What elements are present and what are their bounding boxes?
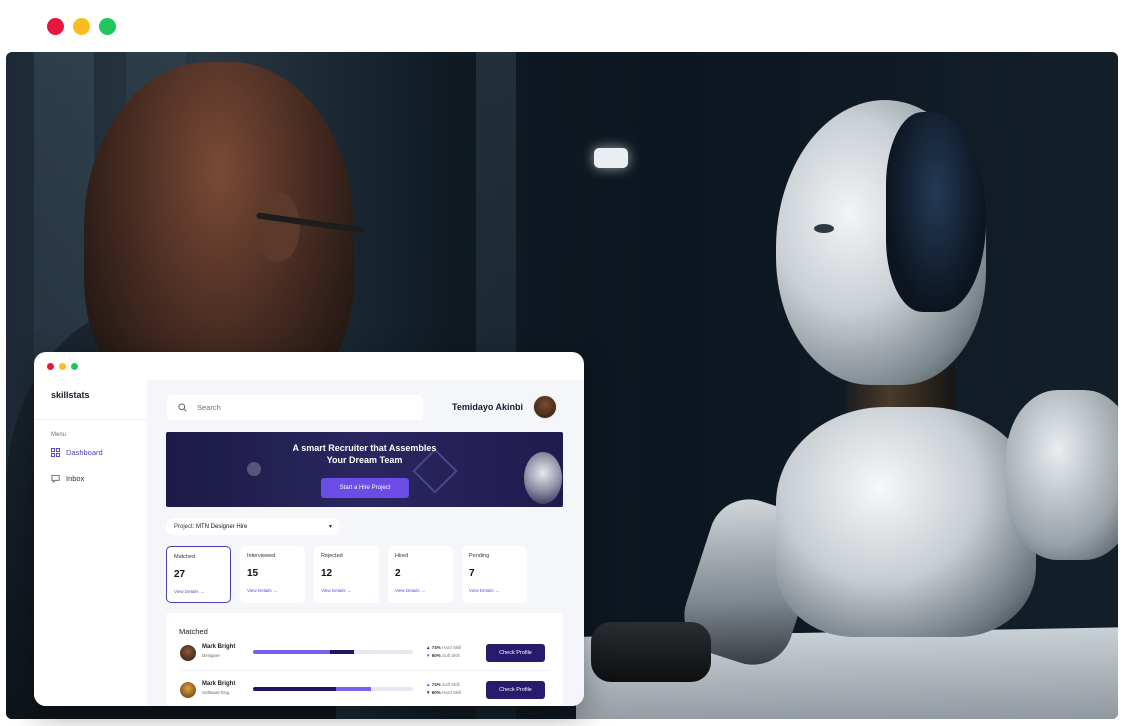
ceiling-light (594, 148, 628, 168)
candidate-name: Mark Bright (202, 681, 236, 687)
maximize-dot[interactable] (99, 18, 116, 35)
arrow-right-icon: → (199, 589, 205, 594)
minimize-dot[interactable] (73, 18, 90, 35)
stat-label: Hired (395, 553, 409, 559)
hero-banner: A smart Recruiter that Assembles Your Dr… (166, 432, 563, 507)
main-content: Search Temidayo Akinbi A smart Recruiter… (147, 380, 584, 706)
robot-eye (814, 224, 834, 233)
arrow-right-icon: → (420, 588, 426, 593)
man-ear (256, 192, 300, 262)
search-input[interactable]: Search (167, 395, 423, 420)
sidebar-item-dashboard[interactable]: Dashboard (51, 448, 103, 457)
candidate-role: Software Eng. (202, 690, 231, 695)
robot-head-circuitry (886, 112, 986, 312)
check-profile-button[interactable]: Check Profile (486, 644, 545, 662)
banner-title-line1: A smart Recruiter that Assembles (292, 443, 437, 453)
logo: skillstats (51, 390, 90, 400)
stat-value: 12 (321, 568, 333, 579)
search-placeholder: Search (197, 403, 221, 412)
sidebar: skillstats Menu Dashboard Inbox (34, 380, 147, 706)
banner-title-line2: Your Dream Team (326, 455, 403, 465)
stat-label: Rejected (321, 553, 343, 559)
stat-value: 15 (247, 568, 259, 579)
divider (34, 419, 147, 420)
arrow-right-icon: → (272, 588, 278, 593)
skill-bar (253, 650, 413, 654)
sidebar-item-inbox[interactable]: Inbox (51, 474, 84, 483)
triangle-up-icon: ▲ (426, 682, 431, 687)
view-details-link[interactable]: View Details → (174, 589, 223, 594)
sidebar-item-label: Inbox (66, 474, 85, 483)
robot-hand (591, 622, 711, 682)
dashboard-icon (51, 448, 60, 457)
menu-label: Menu (51, 432, 67, 438)
app-window: skillstats Menu Dashboard Inbox Search T… (34, 352, 584, 706)
start-hire-project-button[interactable]: Start a Hire Project (321, 478, 409, 498)
list-item: Mark Bright Designer ▲ 74% Hard Skill ▼ … (180, 644, 550, 664)
arrow-right-icon: → (494, 588, 500, 593)
project-value: MTN Designer Hire (196, 523, 248, 530)
stat-card-pending[interactable]: Pending 7 View Details → (462, 546, 527, 603)
stat-card-matched[interactable]: Matched 27 View Details → (166, 546, 231, 603)
project-label: Project: (174, 523, 195, 530)
stat-value: 2 (395, 568, 401, 579)
app-maximize-dot[interactable] (71, 363, 78, 370)
sidebar-item-label: Dashboard (66, 448, 103, 457)
search-icon (178, 403, 187, 412)
avatar[interactable] (533, 395, 557, 419)
triangle-down-icon: ▼ (426, 690, 431, 695)
check-profile-button[interactable]: Check Profile (486, 681, 545, 699)
skill-bar (253, 687, 413, 691)
stat-value: 7 (469, 568, 475, 579)
candidate-name: Mark Bright (202, 644, 236, 650)
project-select[interactable]: Project: MTN Designer Hire ▾ (166, 518, 340, 535)
inbox-icon (51, 474, 60, 483)
app-close-dot[interactable] (47, 363, 54, 370)
candidate-role: Designer (202, 653, 221, 658)
app-minimize-dot[interactable] (59, 363, 66, 370)
view-details-link[interactable]: View Details → (395, 588, 446, 593)
stat-label: Pending (469, 553, 490, 559)
avatar (180, 645, 196, 661)
stat-card-rejected[interactable]: Rejected 12 View Details → (314, 546, 379, 603)
arrow-right-icon: → (346, 588, 352, 593)
stat-label: Matched (174, 554, 196, 560)
view-details-link[interactable]: View Details → (247, 588, 298, 593)
skill-scores: ▲ 74% Hard Skill ▼ 60% Soft Skill (426, 645, 462, 658)
stat-value: 27 (174, 569, 186, 580)
robot-shoulder (1006, 390, 1118, 560)
app-window-controls (47, 363, 78, 370)
triangle-down-icon: ▼ (426, 653, 431, 658)
matched-title: Matched (179, 627, 208, 636)
caret-down-icon: ▾ (328, 524, 332, 530)
stat-label: Interviewed (247, 553, 276, 559)
outer-window-controls (47, 18, 116, 35)
skill-scores: ▲ 74% Soft Skill ▼ 60% Hard Skill (426, 682, 462, 695)
triangle-up-icon: ▲ (426, 645, 431, 650)
view-details-link[interactable]: View Details → (469, 588, 520, 593)
matched-list: Matched Mark Bright Designer ▲ 74% Hard … (166, 613, 563, 706)
divider (180, 670, 550, 671)
stat-card-hired[interactable]: Hired 2 View Details → (388, 546, 453, 603)
user-name: Temidayo Akinbi (452, 402, 524, 412)
robot-chest (776, 407, 1036, 637)
banner-title: A smart Recruiter that Assembles Your Dr… (166, 442, 563, 466)
close-dot[interactable] (47, 18, 64, 35)
avatar (180, 682, 196, 698)
view-details-link[interactable]: View Details → (321, 588, 372, 593)
list-item: Mark Bright Software Eng. ▲ 74% Soft Ski… (180, 681, 550, 701)
stat-card-interviewed[interactable]: Interviewed 15 View Details → (240, 546, 305, 603)
